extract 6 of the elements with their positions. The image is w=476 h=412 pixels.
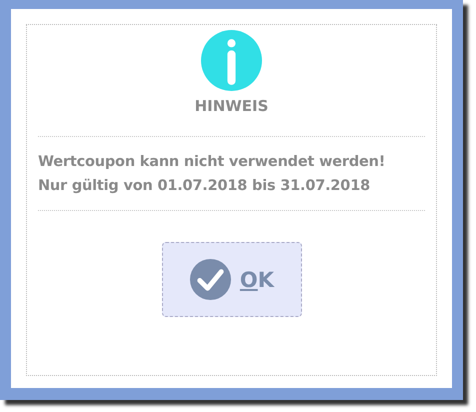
checkmark-icon <box>188 258 232 301</box>
message-text: Wertcoupon kann nicht verwendet werden! <box>38 154 386 170</box>
message-text: Nur gültig von 01.07.2018 bis 31.07.2018 <box>38 178 371 194</box>
ok-button[interactable]: OK <box>162 242 302 317</box>
info-icon <box>201 30 262 91</box>
dialog-title: HINWEIS <box>194 97 268 115</box>
